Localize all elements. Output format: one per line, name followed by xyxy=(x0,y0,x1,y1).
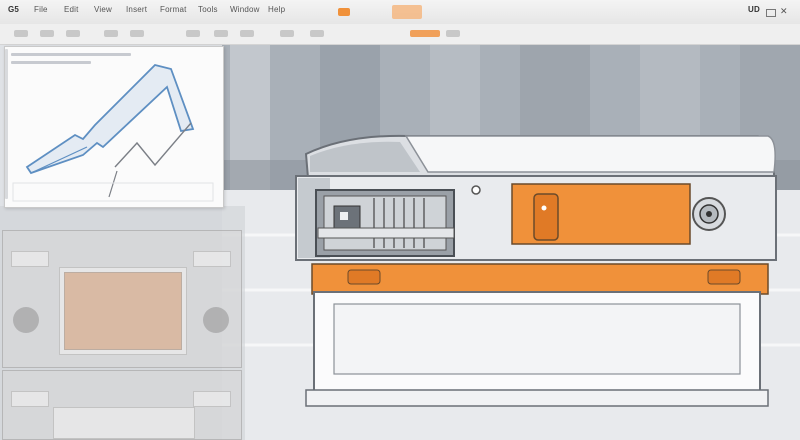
knob-icon xyxy=(203,307,229,333)
tool-icon[interactable] xyxy=(310,30,324,37)
sketch-panel[interactable] xyxy=(4,46,224,208)
minimize-icon[interactable] xyxy=(766,9,776,17)
app-logo: G5 xyxy=(8,5,20,14)
menu-bar: G5 File Edit View Insert Format Tools Wi… xyxy=(0,0,800,25)
thumbnail-panel[interactable] xyxy=(2,230,242,368)
menu-edit[interactable]: Edit xyxy=(64,5,79,14)
menu-tools[interactable]: Tools xyxy=(198,5,218,14)
window-control-label: UD xyxy=(748,5,760,14)
orange-toolbar-chip[interactable] xyxy=(338,8,350,16)
thumbnail-preview[interactable] xyxy=(53,407,195,439)
menu-window[interactable]: Window xyxy=(230,5,260,14)
menu-help[interactable]: Help xyxy=(268,5,285,14)
thumbnail[interactable] xyxy=(193,391,231,407)
knob-icon xyxy=(13,307,39,333)
preview-image xyxy=(64,272,182,350)
tool-icon[interactable] xyxy=(186,30,200,37)
thumbnail[interactable] xyxy=(11,251,49,267)
menu-format[interactable]: Format xyxy=(160,5,187,14)
tool-icon-active[interactable] xyxy=(410,30,440,37)
tool-icon[interactable] xyxy=(280,30,294,37)
tool-icon[interactable] xyxy=(40,30,54,37)
menu-view[interactable]: View xyxy=(94,5,112,14)
tool-icon[interactable] xyxy=(66,30,80,37)
close-icon[interactable]: ✕ xyxy=(780,6,788,17)
tool-icon[interactable] xyxy=(240,30,254,37)
tool-icon[interactable] xyxy=(446,30,460,37)
tool-icon[interactable] xyxy=(130,30,144,37)
menu-file[interactable]: File xyxy=(34,5,48,14)
thumbnail[interactable] xyxy=(11,391,49,407)
toolbar xyxy=(0,24,800,45)
machine-illustration[interactable] xyxy=(288,132,788,432)
thumbnail[interactable] xyxy=(193,251,231,267)
sketch-drawing xyxy=(12,64,214,202)
menu-insert[interactable]: Insert xyxy=(126,5,147,14)
tool-icon[interactable] xyxy=(104,30,118,37)
tool-icon[interactable] xyxy=(14,30,28,37)
tool-icon[interactable] xyxy=(214,30,228,37)
thumbnail-panel[interactable] xyxy=(2,370,242,440)
thumbnail-preview[interactable] xyxy=(59,267,187,355)
orange-toolbar-chip-2[interactable] xyxy=(392,5,422,19)
